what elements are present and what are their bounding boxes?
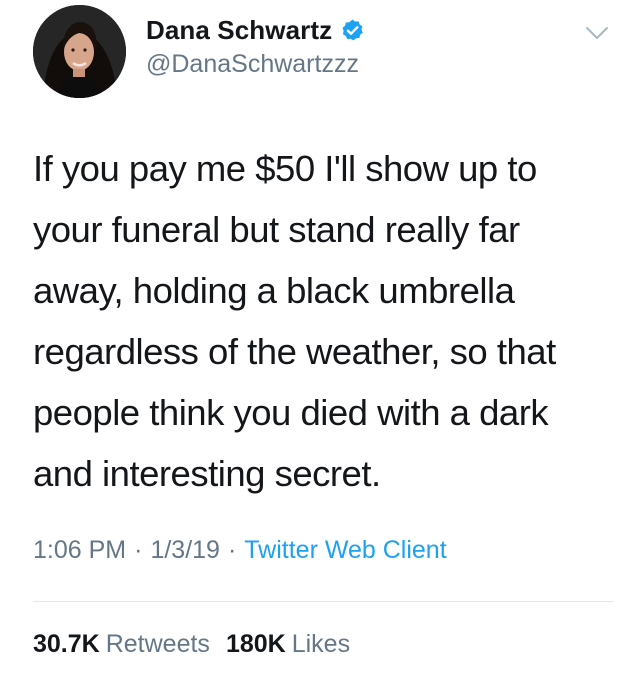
likes-stat[interactable]: 180K Likes xyxy=(226,630,350,659)
avatar-photo xyxy=(33,5,126,98)
likes-count: 180K xyxy=(225,630,286,658)
user-handle[interactable]: @DanaSchwartzzz xyxy=(146,50,359,79)
tweet-time[interactable]: 1:06 PM xyxy=(33,536,126,565)
tweet-text: If you pay me $50 I'll show up to your f… xyxy=(33,148,556,494)
author-name-row: Dana Schwartz xyxy=(146,12,365,48)
divider xyxy=(33,601,613,602)
display-name[interactable]: Dana Schwartz xyxy=(146,15,332,46)
retweets-label: Retweets xyxy=(105,630,210,658)
retweets-count: 30.7K xyxy=(33,630,100,658)
likes-label: Likes xyxy=(291,630,351,658)
tweet-stats: 30.7K Retweets 180K Likes xyxy=(33,630,350,659)
avatar[interactable] xyxy=(33,5,126,98)
meta-separator: · xyxy=(134,536,143,564)
retweets-stat[interactable]: 30.7K Retweets xyxy=(33,630,210,659)
verified-badge-icon xyxy=(340,18,365,43)
chevron-down-icon[interactable] xyxy=(584,24,610,42)
meta-separator: · xyxy=(227,536,237,564)
tweet-meta: 1:06 PM · 1/3/19 · Twitter Web Client xyxy=(33,536,447,565)
tweet-date[interactable]: 1/3/19 xyxy=(150,536,220,565)
client-link[interactable]: Twitter Web Client xyxy=(244,536,446,565)
